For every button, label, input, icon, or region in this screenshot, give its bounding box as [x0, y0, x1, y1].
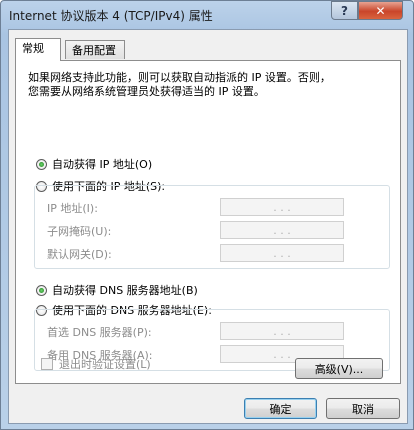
ip-auto-label: 自动获得 IP 地址(O)	[52, 158, 153, 171]
preferred-dns-label: 首选 DNS 服务器(P):	[47, 326, 152, 339]
close-button[interactable]: ✕	[358, 1, 403, 20]
default-gateway-row: 默认网关(D): . . .	[47, 244, 377, 262]
validate-on-exit-option[interactable]: 退出时验证设置(L)	[41, 356, 151, 372]
advanced-button[interactable]: 高级(V)...	[295, 358, 383, 379]
dns-auto-radio[interactable]	[36, 284, 47, 296]
preferred-dns-row: 首选 DNS 服务器(P): . . .	[47, 322, 377, 340]
preferred-dns-field[interactable]: . . .	[220, 322, 344, 340]
default-gateway-label: 默认网关(D):	[47, 248, 112, 261]
ip-manual-group: IP 地址(I): . . . 子网掩码(U): . . . 默认网关(D): …	[34, 185, 390, 269]
title-bar: Internet 协议版本 4 (TCP/IPv4) 属性 ? ✕	[1, 1, 413, 29]
dialog-body: 常规 备用配置 如果网络支持此功能，则可以获取自动指派的 IP 设置。否则， 您…	[8, 29, 408, 424]
ip-address-row: IP 地址(I): . . .	[47, 198, 377, 216]
general-panel: 如果网络支持此功能，则可以获取自动指派的 IP 设置。否则， 您需要从网络系统管…	[15, 60, 401, 384]
dns-auto-option[interactable]: 自动获得 DNS 服务器地址(B)	[36, 282, 198, 298]
ip-auto-option[interactable]: 自动获得 IP 地址(O)	[36, 156, 152, 172]
subnet-mask-row: 子网掩码(U): . . .	[47, 221, 377, 239]
dialog-window: Internet 协议版本 4 (TCP/IPv4) 属性 ? ✕ 常规 备用配…	[0, 0, 414, 430]
ip-auto-radio[interactable]	[36, 158, 47, 170]
ip-address-label: IP 地址(I):	[47, 202, 98, 215]
help-button[interactable]: ?	[331, 1, 358, 20]
window-title: Internet 协议版本 4 (TCP/IPv4) 属性	[9, 9, 213, 23]
description-text: 如果网络支持此功能，则可以获取自动指派的 IP 设置。否则， 您需要从网络系统管…	[28, 71, 388, 99]
validate-on-exit-checkbox[interactable]	[41, 358, 53, 370]
tab-alternate-configuration[interactable]: 备用配置	[65, 40, 125, 59]
ip-address-field[interactable]: . . .	[220, 198, 344, 216]
description-line-1: 如果网络支持此功能，则可以获取自动指派的 IP 设置。否则，	[28, 71, 331, 84]
close-icon: ✕	[375, 3, 386, 18]
subnet-mask-field[interactable]: . . .	[220, 221, 344, 239]
ok-button[interactable]: 确定	[244, 398, 317, 419]
cancel-button[interactable]: 取消	[326, 398, 400, 419]
tab-general[interactable]: 常规	[15, 38, 61, 61]
description-line-2: 您需要从网络系统管理员处获得适当的 IP 设置。	[28, 85, 265, 98]
dns-auto-label: 自动获得 DNS 服务器地址(B)	[52, 284, 198, 297]
validate-on-exit-label: 退出时验证设置(L)	[59, 358, 151, 371]
default-gateway-field[interactable]: . . .	[220, 244, 344, 262]
subnet-mask-label: 子网掩码(U):	[47, 225, 112, 238]
